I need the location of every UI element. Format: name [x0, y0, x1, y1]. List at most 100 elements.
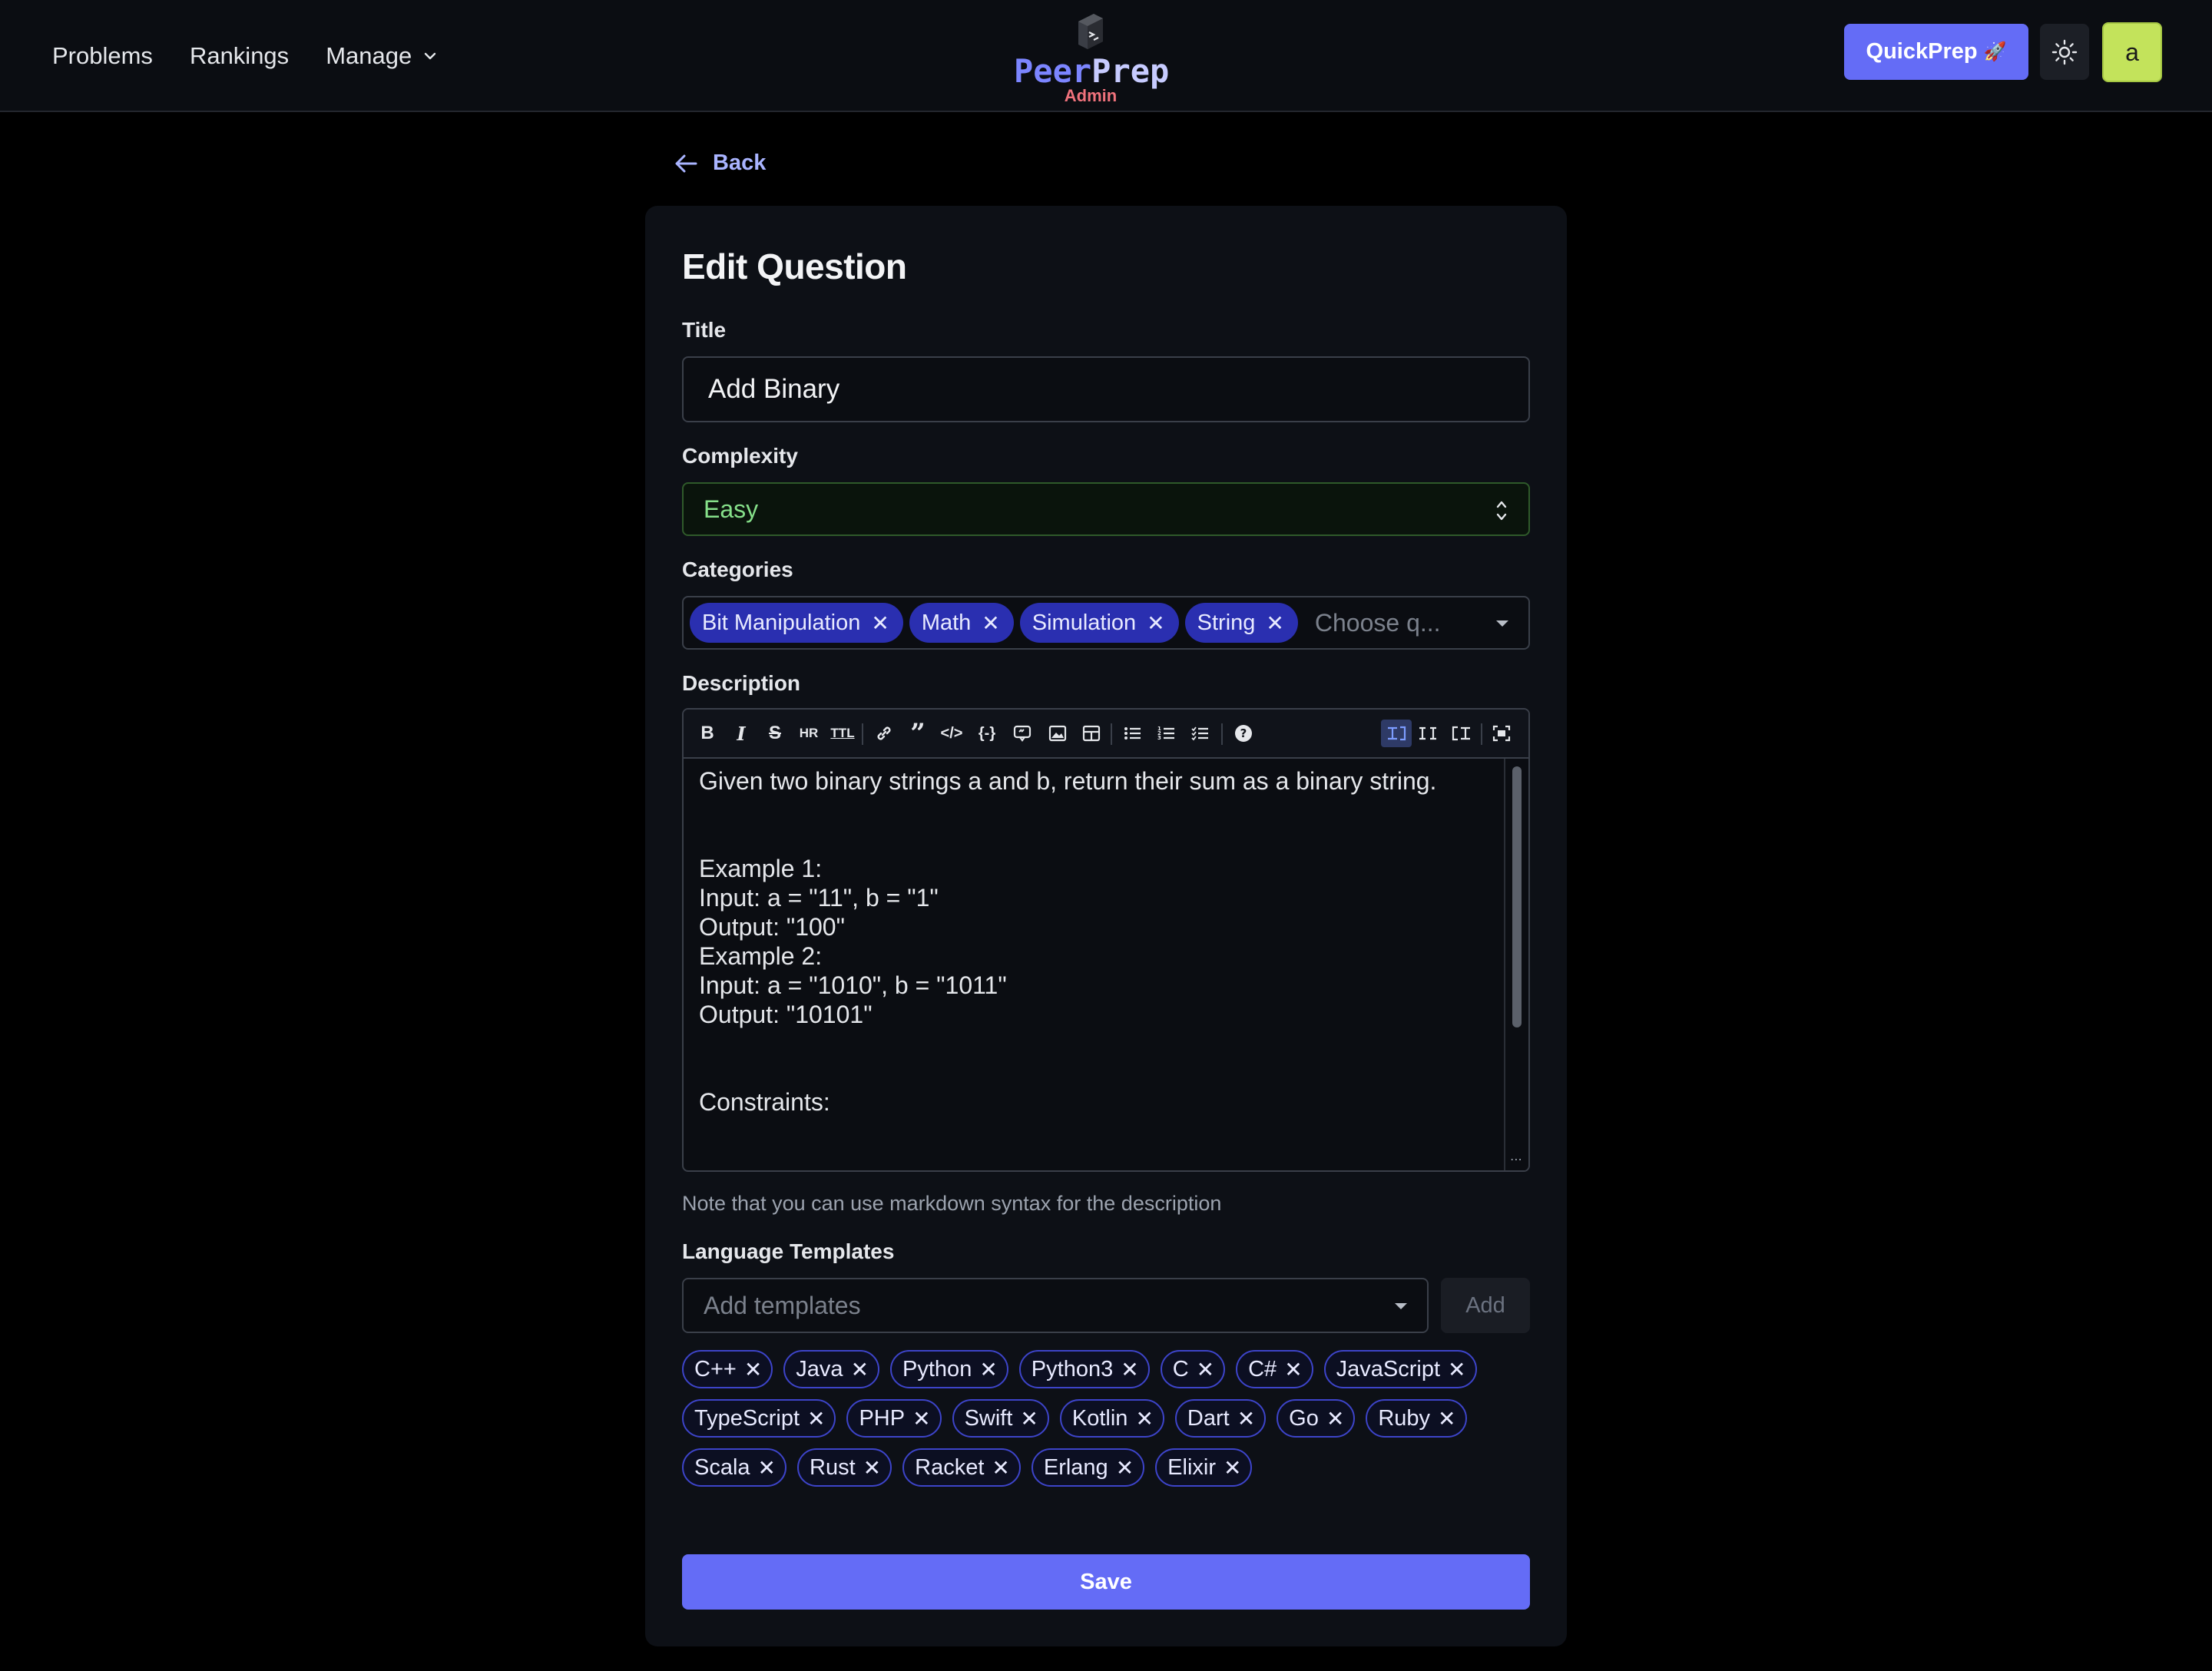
- template-chip: Swift ✕: [952, 1399, 1049, 1438]
- user-avatar[interactable]: a: [2102, 22, 2162, 82]
- remove-icon[interactable]: ✕: [1121, 1357, 1138, 1382]
- remove-icon[interactable]: ✕: [871, 610, 889, 636]
- caret-down-icon[interactable]: [1496, 620, 1508, 627]
- fullscreen-icon[interactable]: [1490, 722, 1513, 745]
- remove-icon[interactable]: ✕: [1020, 1406, 1038, 1431]
- brand-logo-link[interactable]: PeerPrep Admin: [1014, 11, 1167, 108]
- checklist-icon[interactable]: [1189, 722, 1212, 745]
- sun-icon: [2051, 39, 2078, 65]
- toolbar-divider: [862, 723, 863, 745]
- caret-down-icon: [1395, 1303, 1407, 1309]
- live-mode-icon[interactable]: [1416, 722, 1439, 745]
- remove-icon[interactable]: ✕: [1147, 610, 1164, 636]
- unordered-list-icon[interactable]: [1121, 722, 1144, 745]
- italic-icon[interactable]: I: [730, 722, 753, 745]
- category-chip-label: Math: [922, 610, 971, 636]
- comment-icon[interactable]: [1011, 722, 1034, 745]
- templates-label: Language Templates: [682, 1239, 894, 1264]
- title-input[interactable]: Add Binary: [682, 356, 1530, 422]
- category-chip: Bit Manipulation✕: [690, 603, 903, 643]
- templates-placeholder: Add templates: [704, 1292, 861, 1320]
- top-navbar: Problems Rankings Manage PeerPrep Admin …: [0, 0, 2212, 112]
- nav-rankings-link[interactable]: Rankings: [190, 42, 289, 70]
- template-chip-label: C#: [1248, 1357, 1277, 1382]
- remove-icon[interactable]: ✕: [1197, 1357, 1214, 1382]
- nav-problems-link[interactable]: Problems: [52, 42, 153, 70]
- templates-select[interactable]: Add templates: [682, 1278, 1429, 1333]
- remove-icon[interactable]: ✕: [744, 1357, 762, 1382]
- template-chip-label: Racket: [915, 1455, 984, 1481]
- hr-icon[interactable]: HR: [797, 722, 820, 745]
- svg-text:?: ?: [1240, 726, 1247, 740]
- bold-icon[interactable]: B: [696, 722, 719, 745]
- save-button[interactable]: Save: [682, 1554, 1530, 1610]
- category-chip: String✕: [1185, 603, 1298, 643]
- remove-icon[interactable]: ✕: [1438, 1406, 1455, 1431]
- link-icon[interactable]: [873, 722, 896, 745]
- nav-manage-dropdown[interactable]: Manage: [326, 42, 438, 70]
- complexity-select[interactable]: Easy: [682, 482, 1530, 536]
- categories-placeholder[interactable]: Choose q...: [1315, 609, 1441, 637]
- template-chip-label: Elixir: [1167, 1455, 1216, 1481]
- quickprep-button[interactable]: QuickPrep 🚀: [1844, 24, 2028, 80]
- template-chip: Kotlin✕: [1060, 1399, 1164, 1438]
- template-chip: Go ✕: [1277, 1399, 1355, 1438]
- template-chip: PHP ✕: [846, 1399, 941, 1438]
- quote-icon[interactable]: ”: [906, 722, 929, 745]
- template-chip-list: C++✕Java✕Python✕Python3✕C✕C#✕JavaScript✕…: [682, 1350, 1530, 1487]
- remove-icon[interactable]: ✕: [1224, 1455, 1241, 1481]
- rocket-icon: 🚀: [1984, 41, 2007, 63]
- template-chip: Rust✕: [797, 1448, 892, 1487]
- image-icon[interactable]: [1046, 722, 1069, 745]
- quickprep-label: QuickPrep: [1866, 39, 1978, 65]
- back-label: Back: [713, 151, 766, 176]
- template-chip-label: Java: [796, 1357, 843, 1382]
- title-icon[interactable]: TTL: [831, 722, 854, 745]
- terminal-logo-icon: [1074, 11, 1108, 52]
- editor-scrollbar[interactable]: [1504, 759, 1527, 1172]
- help-icon[interactable]: ?: [1232, 722, 1255, 745]
- remove-icon[interactable]: ✕: [1326, 1406, 1344, 1431]
- template-chip: Ruby✕: [1366, 1399, 1466, 1438]
- template-chip-label: Swift: [965, 1406, 1013, 1431]
- add-template-button[interactable]: Add: [1441, 1278, 1530, 1333]
- remove-icon[interactable]: ✕: [1284, 1357, 1302, 1382]
- remove-icon[interactable]: ✕: [807, 1406, 825, 1431]
- edit-mode-icon[interactable]: [1381, 720, 1412, 747]
- strikethrough-icon[interactable]: S: [763, 722, 786, 745]
- table-icon[interactable]: [1080, 722, 1103, 745]
- remove-icon[interactable]: ✕: [1448, 1357, 1465, 1382]
- description-textarea[interactable]: Given two binary strings a and b, return…: [699, 760, 1498, 1160]
- edit-question-card: Edit Question Title Add Binary Complexit…: [645, 206, 1567, 1646]
- theme-toggle-button[interactable]: [2040, 24, 2089, 80]
- description-hint: Note that you can use markdown syntax fo…: [682, 1192, 1221, 1216]
- resize-handle-icon[interactable]: ⋯: [1510, 1152, 1522, 1167]
- remove-icon[interactable]: ✕: [758, 1455, 776, 1481]
- template-chip: JavaScript✕: [1324, 1350, 1477, 1388]
- remove-icon[interactable]: ✕: [912, 1406, 930, 1431]
- remove-icon[interactable]: ✕: [863, 1455, 881, 1481]
- remove-icon[interactable]: ✕: [1266, 610, 1283, 636]
- preview-mode-icon[interactable]: [1450, 722, 1473, 745]
- nav-links: Problems Rankings Manage: [52, 0, 438, 112]
- scroll-thumb[interactable]: [1512, 766, 1522, 1027]
- template-chip-label: PHP: [859, 1406, 905, 1431]
- remove-icon[interactable]: ✕: [1135, 1406, 1153, 1431]
- template-chip-label: Dart: [1187, 1406, 1230, 1431]
- categories-label: Categories: [682, 558, 793, 582]
- remove-icon[interactable]: ✕: [1116, 1455, 1134, 1481]
- remove-icon[interactable]: ✕: [851, 1357, 869, 1382]
- categories-multiselect[interactable]: Bit Manipulation✕ Math✕ Simulation✕ Stri…: [682, 596, 1530, 650]
- back-link[interactable]: Back: [674, 151, 766, 176]
- template-chip: Java ✕: [783, 1350, 879, 1388]
- code-icon[interactable]: </>: [940, 722, 963, 745]
- template-chip-label: Go: [1289, 1406, 1319, 1431]
- ordered-list-icon[interactable]: 123: [1155, 722, 1178, 745]
- code-block-icon[interactable]: {-}: [975, 722, 998, 745]
- remove-icon[interactable]: ✕: [1237, 1406, 1255, 1431]
- remove-icon[interactable]: ✕: [979, 1357, 997, 1382]
- complexity-label: Complexity: [682, 444, 798, 468]
- toolbar-divider: [1481, 723, 1482, 745]
- remove-icon[interactable]: ✕: [992, 1455, 1009, 1481]
- remove-icon[interactable]: ✕: [982, 610, 999, 636]
